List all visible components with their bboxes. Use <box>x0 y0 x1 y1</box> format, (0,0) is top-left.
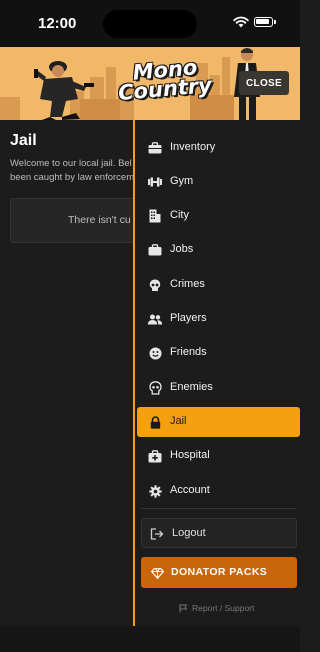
nav-item-crimes[interactable]: Crimes <box>135 270 300 300</box>
report-support-link[interactable]: Report / Support <box>179 603 254 613</box>
bottom-bar <box>0 626 300 652</box>
nav-label: Friends <box>170 346 207 358</box>
nav-label: Jail <box>170 415 187 427</box>
nav-label: Players <box>170 312 207 324</box>
nav-item-friends[interactable]: Friends <box>135 338 300 368</box>
intro-line-1: Welcome to our local jail. Bel <box>10 158 132 169</box>
dynamic-island <box>103 10 197 38</box>
smile-icon <box>147 346 163 360</box>
nav-item-jail[interactable]: Jail <box>137 407 300 437</box>
nav-item-jobs[interactable]: Jobs <box>135 235 300 265</box>
skull-icon <box>147 381 163 395</box>
users-icon <box>147 312 163 326</box>
skull-icon <box>147 278 163 292</box>
donator-packs-button[interactable]: DONATOR PACKS <box>141 557 297 588</box>
donator-packs-label: DONATOR PACKS <box>171 566 268 578</box>
nav-label: City <box>170 209 189 221</box>
nav-label: Crimes <box>170 278 205 290</box>
nav-label: Gym <box>170 175 194 187</box>
app-logo: Mono Country <box>110 55 220 105</box>
nav-label: Inventory <box>170 141 216 153</box>
close-menu-button[interactable]: CLOSE <box>239 71 289 95</box>
empty-state-box: There isn't cu <box>10 198 150 243</box>
divider <box>141 508 297 509</box>
medical-kit-icon <box>147 449 163 463</box>
empty-state-text: There isn't cu <box>68 214 131 226</box>
logout-label: Logout <box>172 527 206 539</box>
nav-item-enemies[interactable]: Enemies <box>135 373 300 403</box>
dumbbell-icon <box>147 175 163 189</box>
lock-icon <box>147 415 163 429</box>
nav-item-inventory[interactable]: Inventory <box>135 133 300 163</box>
nav-label: Enemies <box>170 381 213 393</box>
nav-label: Hospital <box>170 449 210 461</box>
side-drawer: Inventory Gym City Jobs Crimes Players F… <box>133 120 300 626</box>
nav-item-hospital[interactable]: Hospital <box>135 441 300 471</box>
diamond-icon <box>150 566 165 584</box>
intro-line-2: been caught by law enforcem <box>10 172 135 183</box>
status-time: 12:00 <box>38 15 77 32</box>
battery-icon <box>254 17 273 27</box>
nav-item-gym[interactable]: Gym <box>135 167 300 197</box>
logout-button[interactable]: Logout <box>141 518 297 548</box>
report-support-label: Report / Support <box>192 603 255 613</box>
wifi-icon <box>233 16 249 28</box>
flag-icon <box>179 604 188 612</box>
nav-item-account[interactable]: Account <box>135 476 300 506</box>
header-banner: Mono Country CLOSE <box>0 47 300 120</box>
page-title: Jail <box>10 132 37 149</box>
nav-item-players[interactable]: Players <box>135 304 300 334</box>
page-intro: Welcome to our local jail. Bel been caug… <box>10 157 140 185</box>
briefcase-icon <box>147 141 163 155</box>
building-icon <box>147 209 163 223</box>
gear-icon <box>147 484 163 498</box>
nav-label: Account <box>170 484 210 496</box>
status-bar: 12:00 <box>0 0 300 47</box>
logout-icon <box>150 527 164 545</box>
nav-item-city[interactable]: City <box>135 201 300 231</box>
nav-label: Jobs <box>170 243 194 255</box>
briefcase-icon <box>147 243 163 257</box>
